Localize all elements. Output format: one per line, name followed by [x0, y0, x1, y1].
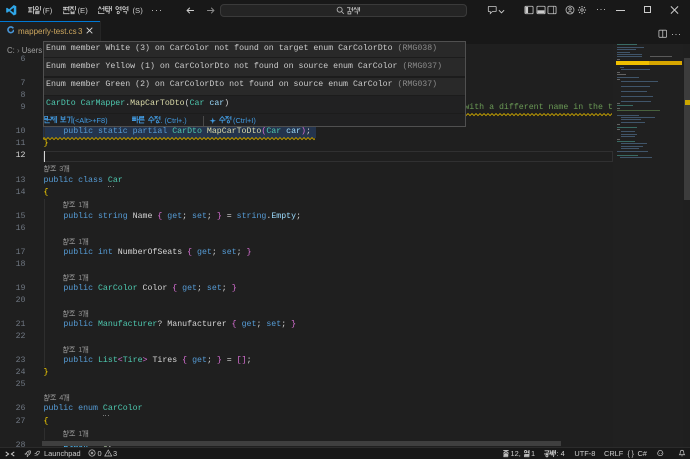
svg-text:1: 1 [79, 238, 83, 246]
svg-text:1: 1 [79, 346, 83, 354]
svg-text:3: 3 [79, 310, 83, 318]
svg-text:1: 1 [79, 430, 83, 438]
svg-text:3: 3 [59, 165, 63, 173]
svg-text:1: 1 [79, 274, 83, 282]
svg-text:1: 1 [79, 201, 83, 209]
svg-text:4: 4 [59, 394, 63, 402]
